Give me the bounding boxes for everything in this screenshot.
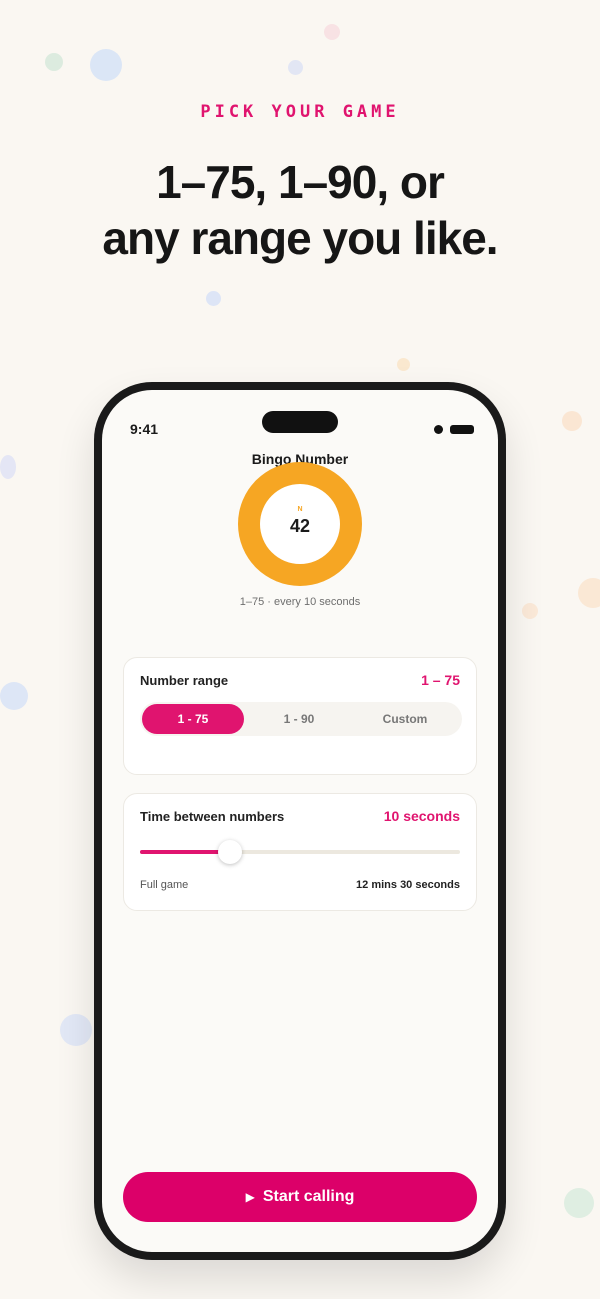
headline-line-2: any range you like. <box>102 212 498 264</box>
full-game-value: 12 mins 30 seconds <box>356 879 460 891</box>
range-option-1-75[interactable]: 1 - 75 <box>142 704 244 734</box>
bingo-ball-letter: N <box>297 506 303 513</box>
start-calling-button[interactable]: ▶ Start calling <box>123 1172 477 1222</box>
headline: 1–75, 1–90, or any range you like. <box>0 154 600 266</box>
confetti-dot <box>0 682 28 710</box>
phone-screen: 9:41 Bingo Number N 42 1–75 · every 10 s… <box>102 390 498 1252</box>
confetti-dot <box>562 411 582 431</box>
interval-slider[interactable] <box>140 840 460 864</box>
slider-fill <box>140 850 230 854</box>
eyebrow-label: PICK YOUR GAME <box>200 102 400 122</box>
timing-value: 10 seconds <box>383 808 460 824</box>
dynamic-island <box>262 411 338 433</box>
timing-card: Time between numbers 10 seconds Full gam… <box>123 793 477 911</box>
range-option-custom[interactable]: Custom <box>354 704 456 734</box>
start-calling-label: Start calling <box>262 1188 355 1205</box>
range-segmented-control: 1 - 75 1 - 90 Custom <box>140 702 462 736</box>
timing-label: Time between numbers <box>140 809 285 824</box>
confetti-dot <box>522 603 538 619</box>
confetti-dot <box>90 49 122 81</box>
signal-icon <box>434 425 443 434</box>
status-time: 9:41 <box>130 421 159 437</box>
confetti-dot <box>60 1014 92 1046</box>
number-range-card: Number range 1 – 75 1 - 75 1 - 90 Custom <box>123 657 477 775</box>
slider-thumb[interactable] <box>218 840 242 864</box>
headline-line-1: 1–75, 1–90, or <box>156 156 445 208</box>
confetti-dot <box>0 455 16 479</box>
number-range-label: Number range <box>140 673 229 688</box>
confetti-dot <box>564 1188 594 1218</box>
confetti-dot <box>578 578 600 608</box>
range-option-1-90[interactable]: 1 - 90 <box>248 704 350 734</box>
play-icon: ▶ <box>245 1190 255 1204</box>
number-range-value: 1 – 75 <box>421 672 460 688</box>
confetti-dot <box>397 358 410 371</box>
phone-frame: 9:41 Bingo Number N 42 1–75 · every 10 s… <box>94 382 506 1260</box>
game-summary: 1–75 · every 10 seconds <box>239 596 361 608</box>
bingo-ball: N 42 <box>238 462 362 586</box>
confetti-dot <box>324 24 340 40</box>
full-game-label: Full game <box>140 879 189 891</box>
confetti-dot <box>288 60 303 75</box>
battery-icon <box>450 425 474 434</box>
bingo-ball-number: 42 <box>289 516 311 536</box>
bingo-ball-face: N 42 <box>260 484 340 564</box>
confetti-dot <box>45 53 63 71</box>
confetti-dot <box>206 291 221 306</box>
